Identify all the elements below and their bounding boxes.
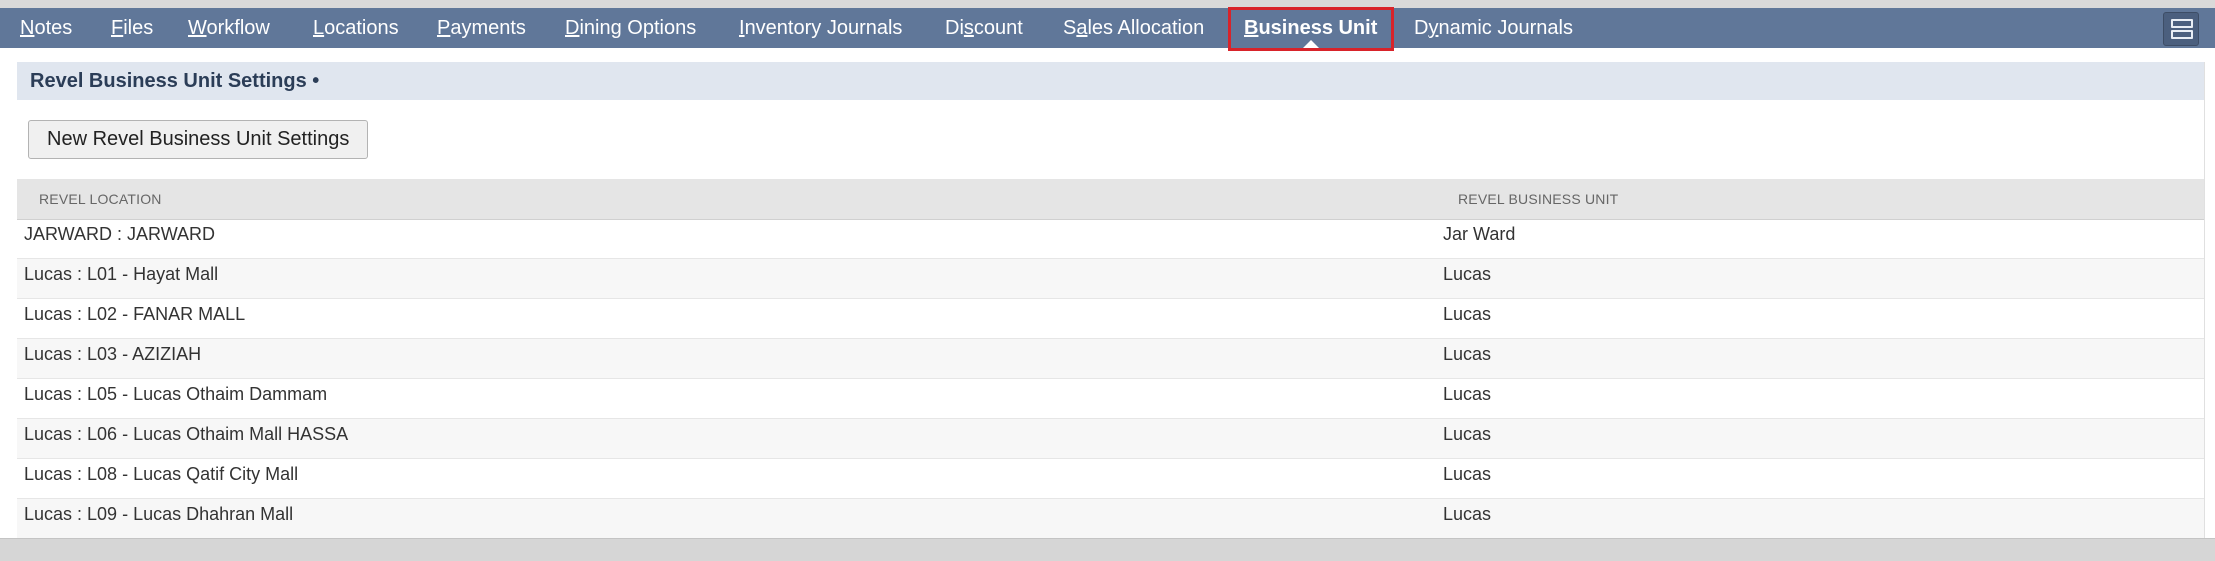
location-cell: Lucas : L01 - Hayat Mall [24, 264, 219, 284]
tab-files[interactable]: Files [111, 8, 153, 48]
layout-icon [2171, 19, 2193, 28]
tab-inventory-journals[interactable]: Inventory Journals [739, 8, 902, 48]
business-unit-cell: Lucas [1443, 464, 1492, 484]
location-cell: Lucas : L06 - Lucas Othaim Mall HASSA [24, 424, 349, 444]
location-cell: Lucas : L05 - Lucas Othaim Dammam [24, 384, 328, 404]
tab-payments[interactable]: Payments [437, 8, 526, 48]
tab-workflow[interactable]: Workflow [188, 8, 270, 48]
table-row: Lucas : L09 - Lucas Dhahran Mall Lucas [17, 499, 2204, 539]
tab-dynamic-journals[interactable]: Dynamic Journals [1414, 8, 1573, 48]
business-unit-cell: Lucas [1443, 424, 1492, 444]
left-gutter [0, 48, 17, 538]
table-header: REVEL LOCATION REVEL BUSINESS UNIT [17, 179, 2204, 220]
location-cell: Lucas : L02 - FANAR MALL [24, 304, 246, 324]
location-cell: Lucas : L09 - Lucas Dhahran Mall [24, 504, 294, 524]
section-title: Revel Business Unit Settings • [30, 70, 320, 92]
column-header-revel-location[interactable]: REVEL LOCATION [39, 179, 162, 219]
business-unit-cell: Jar Ward [1443, 224, 1516, 244]
table-row: JARWARD : JARWARD Jar Ward [17, 219, 2204, 259]
tab-discount[interactable]: Discount [945, 8, 1023, 48]
subtab-content: Revel Business Unit Settings • New Revel… [17, 62, 2205, 539]
page: Notes Files Workflow Locations Payments … [0, 7, 2215, 539]
location-cell: Lucas : L03 - AZIZIAH [24, 344, 202, 364]
table-row: Lucas : L05 - Lucas Othaim Dammam Lucas [17, 379, 2204, 419]
table-row: Lucas : L03 - AZIZIAH Lucas [17, 339, 2204, 379]
layout-toggle-button[interactable] [2163, 12, 2199, 46]
table-row: Lucas : L02 - FANAR MALL Lucas [17, 299, 2204, 339]
tab-notes[interactable]: Notes [20, 8, 72, 48]
active-tab-caret [1303, 40, 1319, 48]
business-unit-cell: Lucas [1443, 504, 1492, 524]
subtab-bar: Notes Files Workflow Locations Payments … [0, 7, 2215, 51]
table-row: Lucas : L08 - Lucas Qatif City Mall Luca… [17, 459, 2204, 499]
table-row: Lucas : L06 - Lucas Othaim Mall HASSA Lu… [17, 419, 2204, 459]
table-row: Lucas : L01 - Hayat Mall Lucas [17, 259, 2204, 299]
business-unit-cell: Lucas [1443, 344, 1492, 364]
tab-sales-allocation[interactable]: Sales Allocation [1063, 8, 1204, 48]
layout-icon [2171, 30, 2193, 39]
bottom-scroll-area [0, 538, 2215, 561]
tab-locations[interactable]: Locations [313, 8, 399, 48]
column-header-revel-business-unit[interactable]: REVEL BUSINESS UNIT [1458, 179, 1618, 219]
new-settings-button[interactable]: New Revel Business Unit Settings [28, 120, 369, 159]
tab-dining-options[interactable]: Dining Options [565, 8, 696, 48]
location-cell: Lucas : L08 - Lucas Qatif City Mall [24, 464, 299, 484]
location-cell: JARWARD : JARWARD [24, 224, 216, 244]
business-unit-cell: Lucas [1443, 264, 1492, 284]
business-unit-cell: Lucas [1443, 304, 1492, 324]
business-unit-cell: Lucas [1443, 384, 1492, 404]
section-header: Revel Business Unit Settings • [17, 62, 2204, 100]
table-body: JARWARD : JARWARD Jar Ward Lucas : L01 -… [17, 219, 2204, 555]
